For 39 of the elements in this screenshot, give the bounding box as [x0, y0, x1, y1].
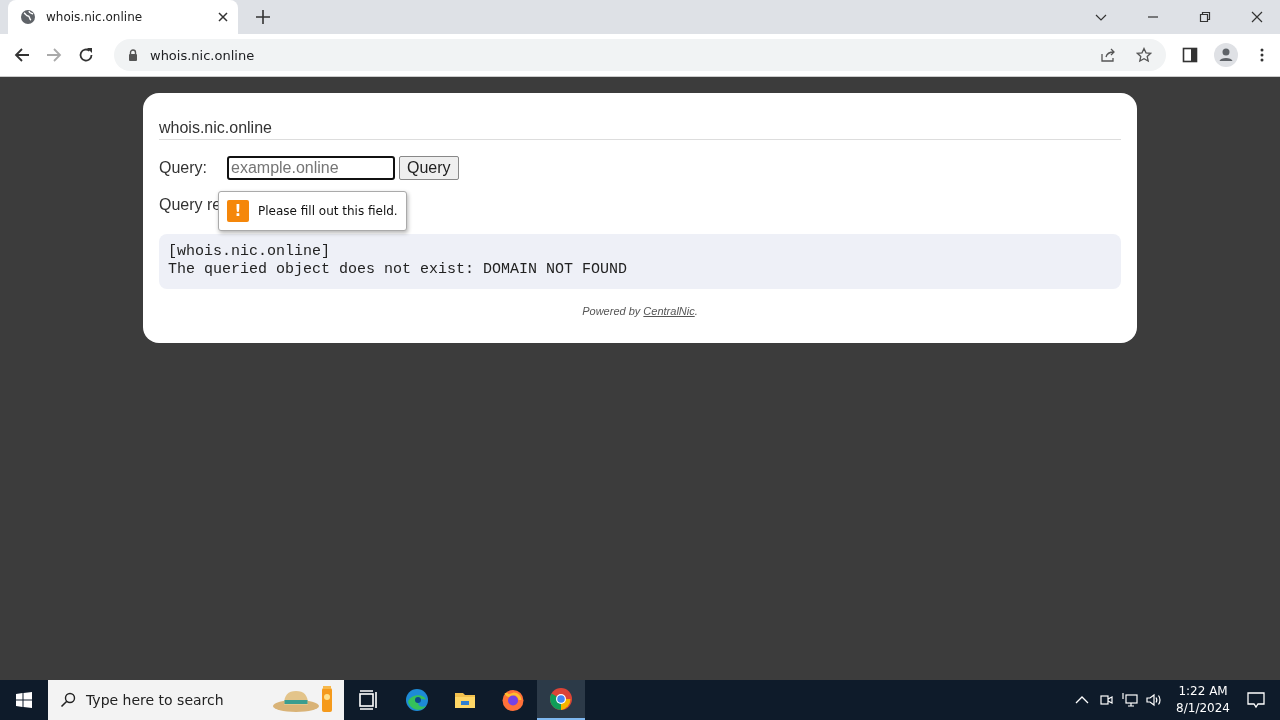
taskbar-app-button[interactable]	[537, 680, 585, 720]
clock-time: 1:22 AM	[1178, 683, 1228, 700]
camera-icon[interactable]	[1098, 692, 1115, 708]
query-field[interactable]: example.online	[227, 156, 395, 180]
query-button[interactable]: Query	[399, 156, 459, 180]
browser-tab[interactable]: whois.nic.online	[8, 0, 238, 34]
taskbar-search-field[interactable]: Type here to search	[48, 680, 344, 720]
share-icon[interactable]	[1100, 47, 1116, 63]
star-icon[interactable]	[1136, 47, 1152, 63]
clock-date: 8/1/2024	[1176, 700, 1230, 717]
volume-icon[interactable]	[1146, 692, 1163, 708]
restore-icon[interactable]	[1199, 11, 1211, 23]
profile-icon[interactable]	[1214, 43, 1238, 67]
side-panel-icon[interactable]	[1182, 47, 1198, 63]
lock-icon	[128, 49, 138, 61]
reload-icon[interactable]	[78, 47, 94, 63]
edge-icon	[405, 688, 429, 712]
notification-icon[interactable]	[1246, 690, 1266, 710]
network-icon[interactable]	[1122, 692, 1139, 708]
result-line: The queried object does not exist: DOMAIN NOT FOUND	[168, 261, 629, 279]
period-text: .	[694, 305, 698, 317]
search-icon	[60, 692, 76, 708]
firefox-icon	[501, 688, 525, 712]
close-icon[interactable]	[218, 12, 228, 22]
centralnic-link[interactable]: CentralNic	[643, 305, 695, 317]
close-icon[interactable]	[1251, 11, 1263, 23]
powered-by-text: Powered by	[582, 305, 641, 317]
taskbar-clock[interactable]: 1:22 AM 8/1/2024	[1176, 683, 1230, 717]
chrome-icon	[549, 687, 573, 711]
globe-icon	[20, 9, 36, 25]
result-line: [whois.nic.online]	[168, 243, 332, 261]
windows-icon	[16, 692, 32, 708]
warning-icon: !	[227, 200, 249, 222]
query-label: Query:	[159, 159, 208, 177]
back-icon[interactable]	[14, 47, 30, 63]
tooltip-text: Please fill out this field.	[258, 204, 398, 218]
address-bar[interactable]: whois.nic.online	[114, 39, 1166, 71]
page-heading: whois.nic.online	[159, 119, 1121, 140]
new-tab-icon[interactable]	[256, 10, 270, 24]
